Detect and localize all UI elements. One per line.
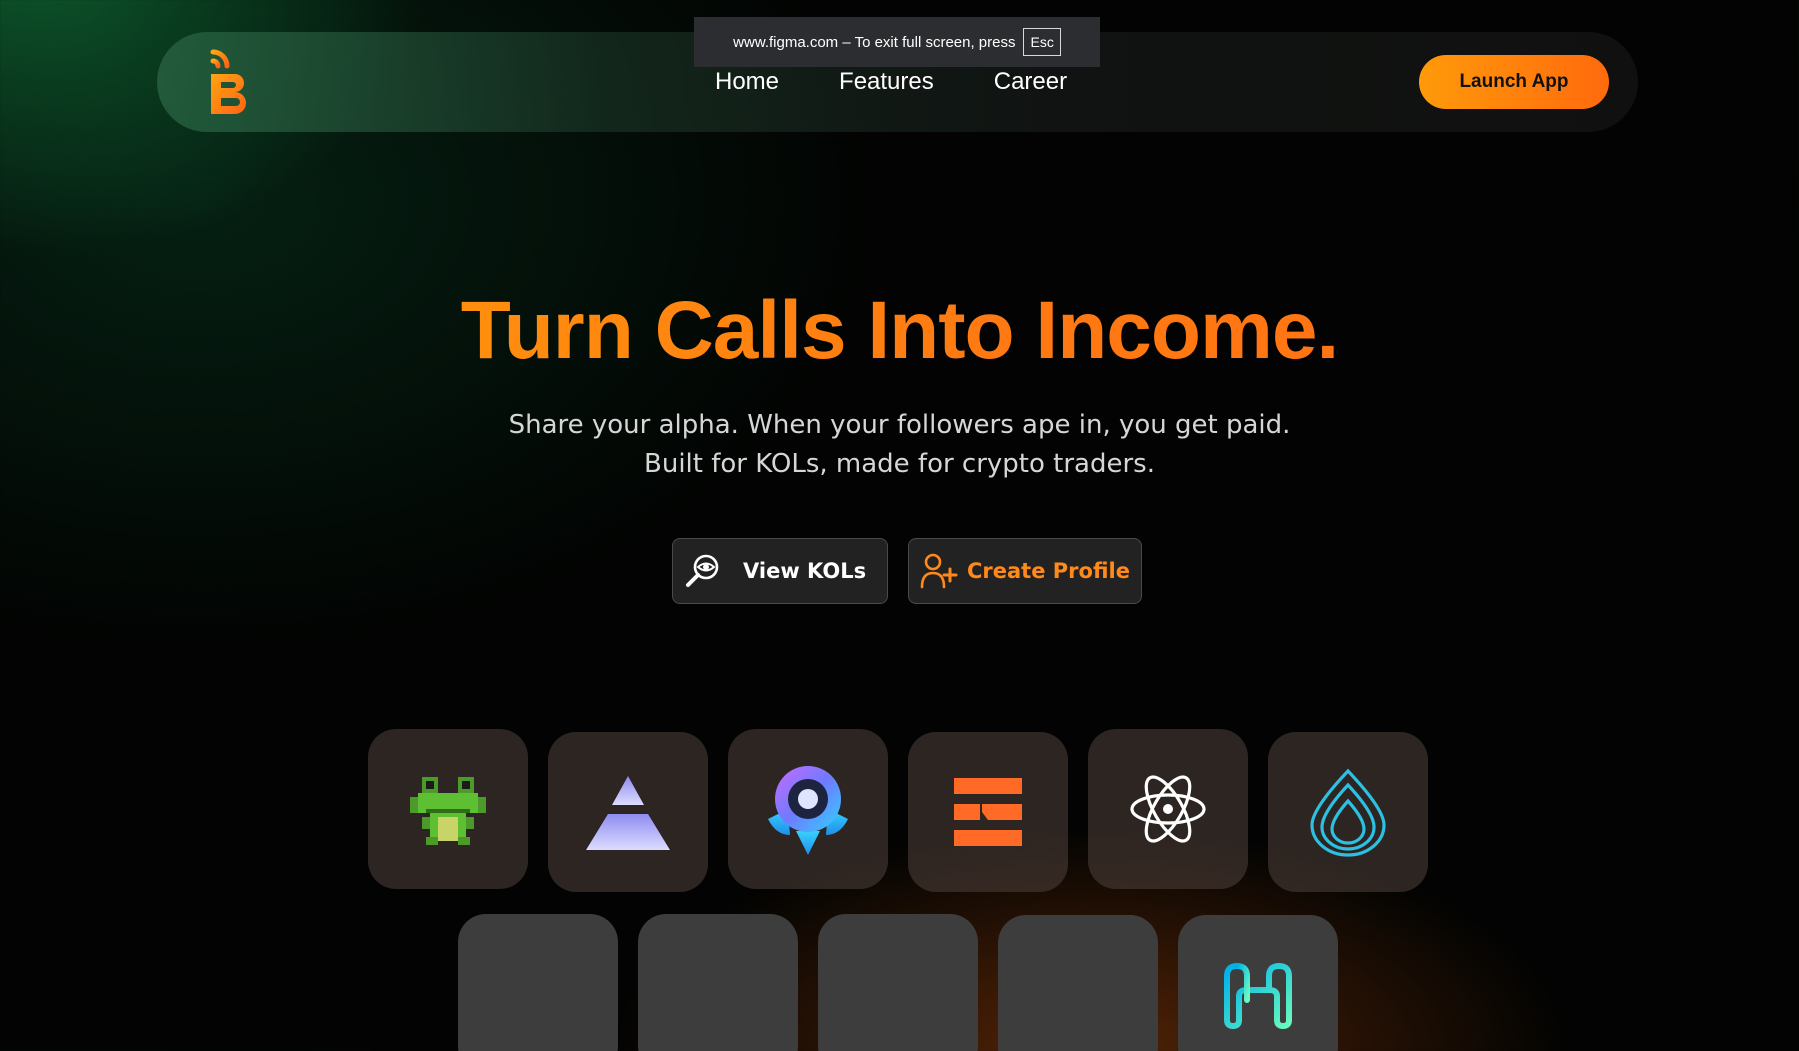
atom-icon: [1127, 768, 1209, 850]
token-tile-atom[interactable]: [1088, 729, 1248, 889]
token-tile-pyramid[interactable]: [548, 732, 708, 892]
token-tile-bars[interactable]: [908, 732, 1068, 892]
token-tile-harmony[interactable]: [1178, 915, 1338, 1051]
nav-link-career[interactable]: Career: [994, 68, 1067, 96]
hero-subtitle: Share your alpha. When your followers ap…: [0, 406, 1799, 484]
rocket-eye-icon: [760, 761, 856, 857]
add-user-icon: [919, 551, 959, 591]
fullscreen-notice: www.figma.com – To exit full screen, pre…: [694, 17, 1100, 67]
search-eye-icon: [683, 551, 723, 591]
orange-bars-icon: [952, 776, 1024, 848]
harmony-h-icon: [1223, 960, 1293, 1030]
pixel-frog-icon: [410, 773, 486, 845]
nav-links: Home Features Career: [715, 68, 1067, 96]
launch-app-button[interactable]: Launch App: [1419, 55, 1609, 109]
token-tile-blank-3[interactable]: [818, 914, 978, 1051]
view-kols-label: View KOLs: [743, 559, 867, 583]
token-tile-blank-1[interactable]: [458, 914, 618, 1051]
token-tile-drop[interactable]: [1268, 732, 1428, 892]
fullscreen-notice-text: www.figma.com – To exit full screen, pre…: [733, 33, 1016, 51]
nav-link-features[interactable]: Features: [839, 68, 934, 96]
triangle-pyramid-icon: [582, 772, 674, 852]
create-profile-label: Create Profile: [967, 559, 1130, 583]
token-tile-rocket[interactable]: [728, 729, 888, 889]
water-drop-icon: [1308, 767, 1388, 857]
esc-key-badge: Esc: [1023, 28, 1061, 56]
token-tile-blank-2[interactable]: [638, 914, 798, 1051]
b-signal-logo-icon[interactable]: [209, 48, 257, 114]
nav-link-home[interactable]: Home: [715, 68, 779, 96]
hero-subtitle-line-2: Built for KOLs, made for crypto traders.: [644, 449, 1155, 479]
token-tile-frog[interactable]: [368, 729, 528, 889]
hero-title: Turn Calls Into Income.: [0, 284, 1799, 378]
create-profile-button[interactable]: Create Profile: [908, 538, 1142, 604]
view-kols-button[interactable]: View KOLs: [672, 538, 888, 604]
token-tile-blank-4[interactable]: [998, 915, 1158, 1051]
hero-subtitle-line-1: Share your alpha. When your followers ap…: [508, 410, 1291, 440]
